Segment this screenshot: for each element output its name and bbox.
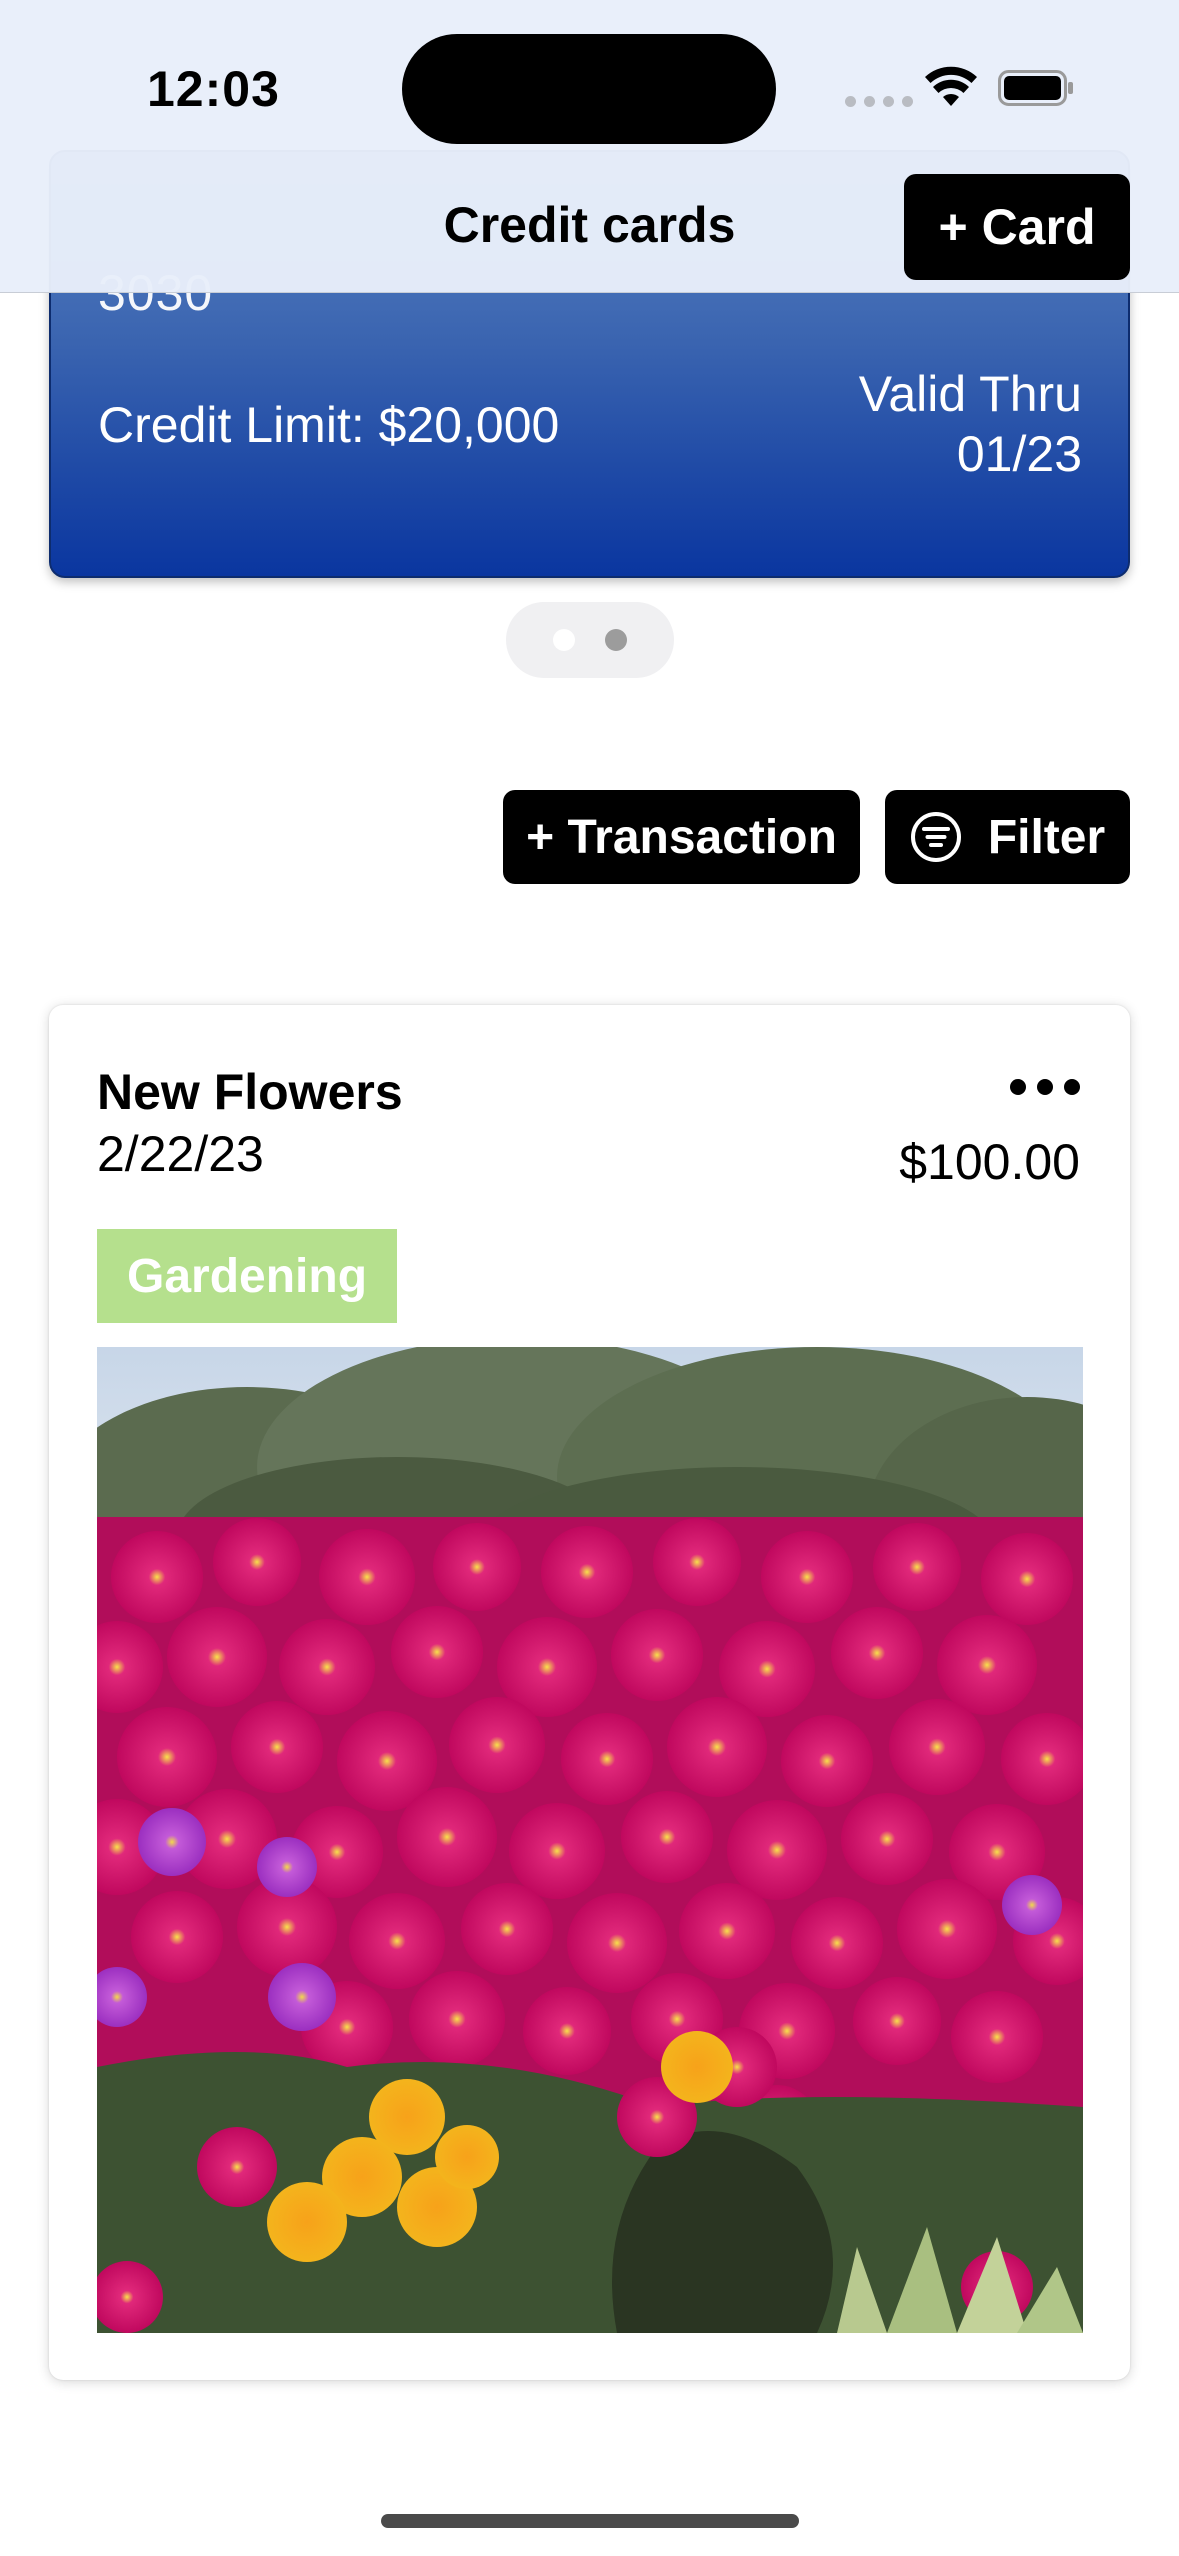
dynamic-island	[402, 34, 776, 144]
card-valid-thru: Valid Thru 01/23	[859, 364, 1082, 484]
wifi-icon	[925, 66, 977, 106]
page-dot[interactable]	[553, 629, 575, 651]
page-dot-active[interactable]	[605, 629, 627, 651]
category-tag: Gardening	[97, 1229, 397, 1323]
transaction-title: New Flowers	[97, 1064, 403, 1120]
app-header: 12:03 Credit cards + Card	[0, 0, 1179, 293]
valid-thru-date: 01/23	[956, 426, 1082, 482]
add-card-button[interactable]: + Card	[904, 174, 1130, 280]
filter-icon	[910, 812, 961, 862]
filter-button-label: Filter	[987, 810, 1106, 864]
card-page-control[interactable]	[506, 602, 674, 678]
transaction-date: 2/22/23	[97, 1126, 264, 1182]
transaction-amount: $100.00	[899, 1134, 1080, 1190]
transaction-card[interactable]: New Flowers 2/22/23 $100.00 Gardening	[49, 1005, 1130, 2380]
status-time: 12:03	[147, 61, 280, 117]
home-indicator	[381, 2514, 799, 2528]
battery-icon	[998, 70, 1073, 106]
flowers-photo[interactable]	[97, 1347, 1083, 2333]
card-credit-limit: Credit Limit: $20,000	[98, 397, 560, 453]
more-options-icon[interactable]	[1010, 1075, 1080, 1099]
filter-button[interactable]: Filter	[885, 790, 1130, 884]
cellular-signal-icon	[845, 96, 913, 107]
valid-thru-label: Valid Thru	[858, 366, 1082, 422]
add-transaction-button[interactable]: + Transaction	[503, 790, 860, 884]
